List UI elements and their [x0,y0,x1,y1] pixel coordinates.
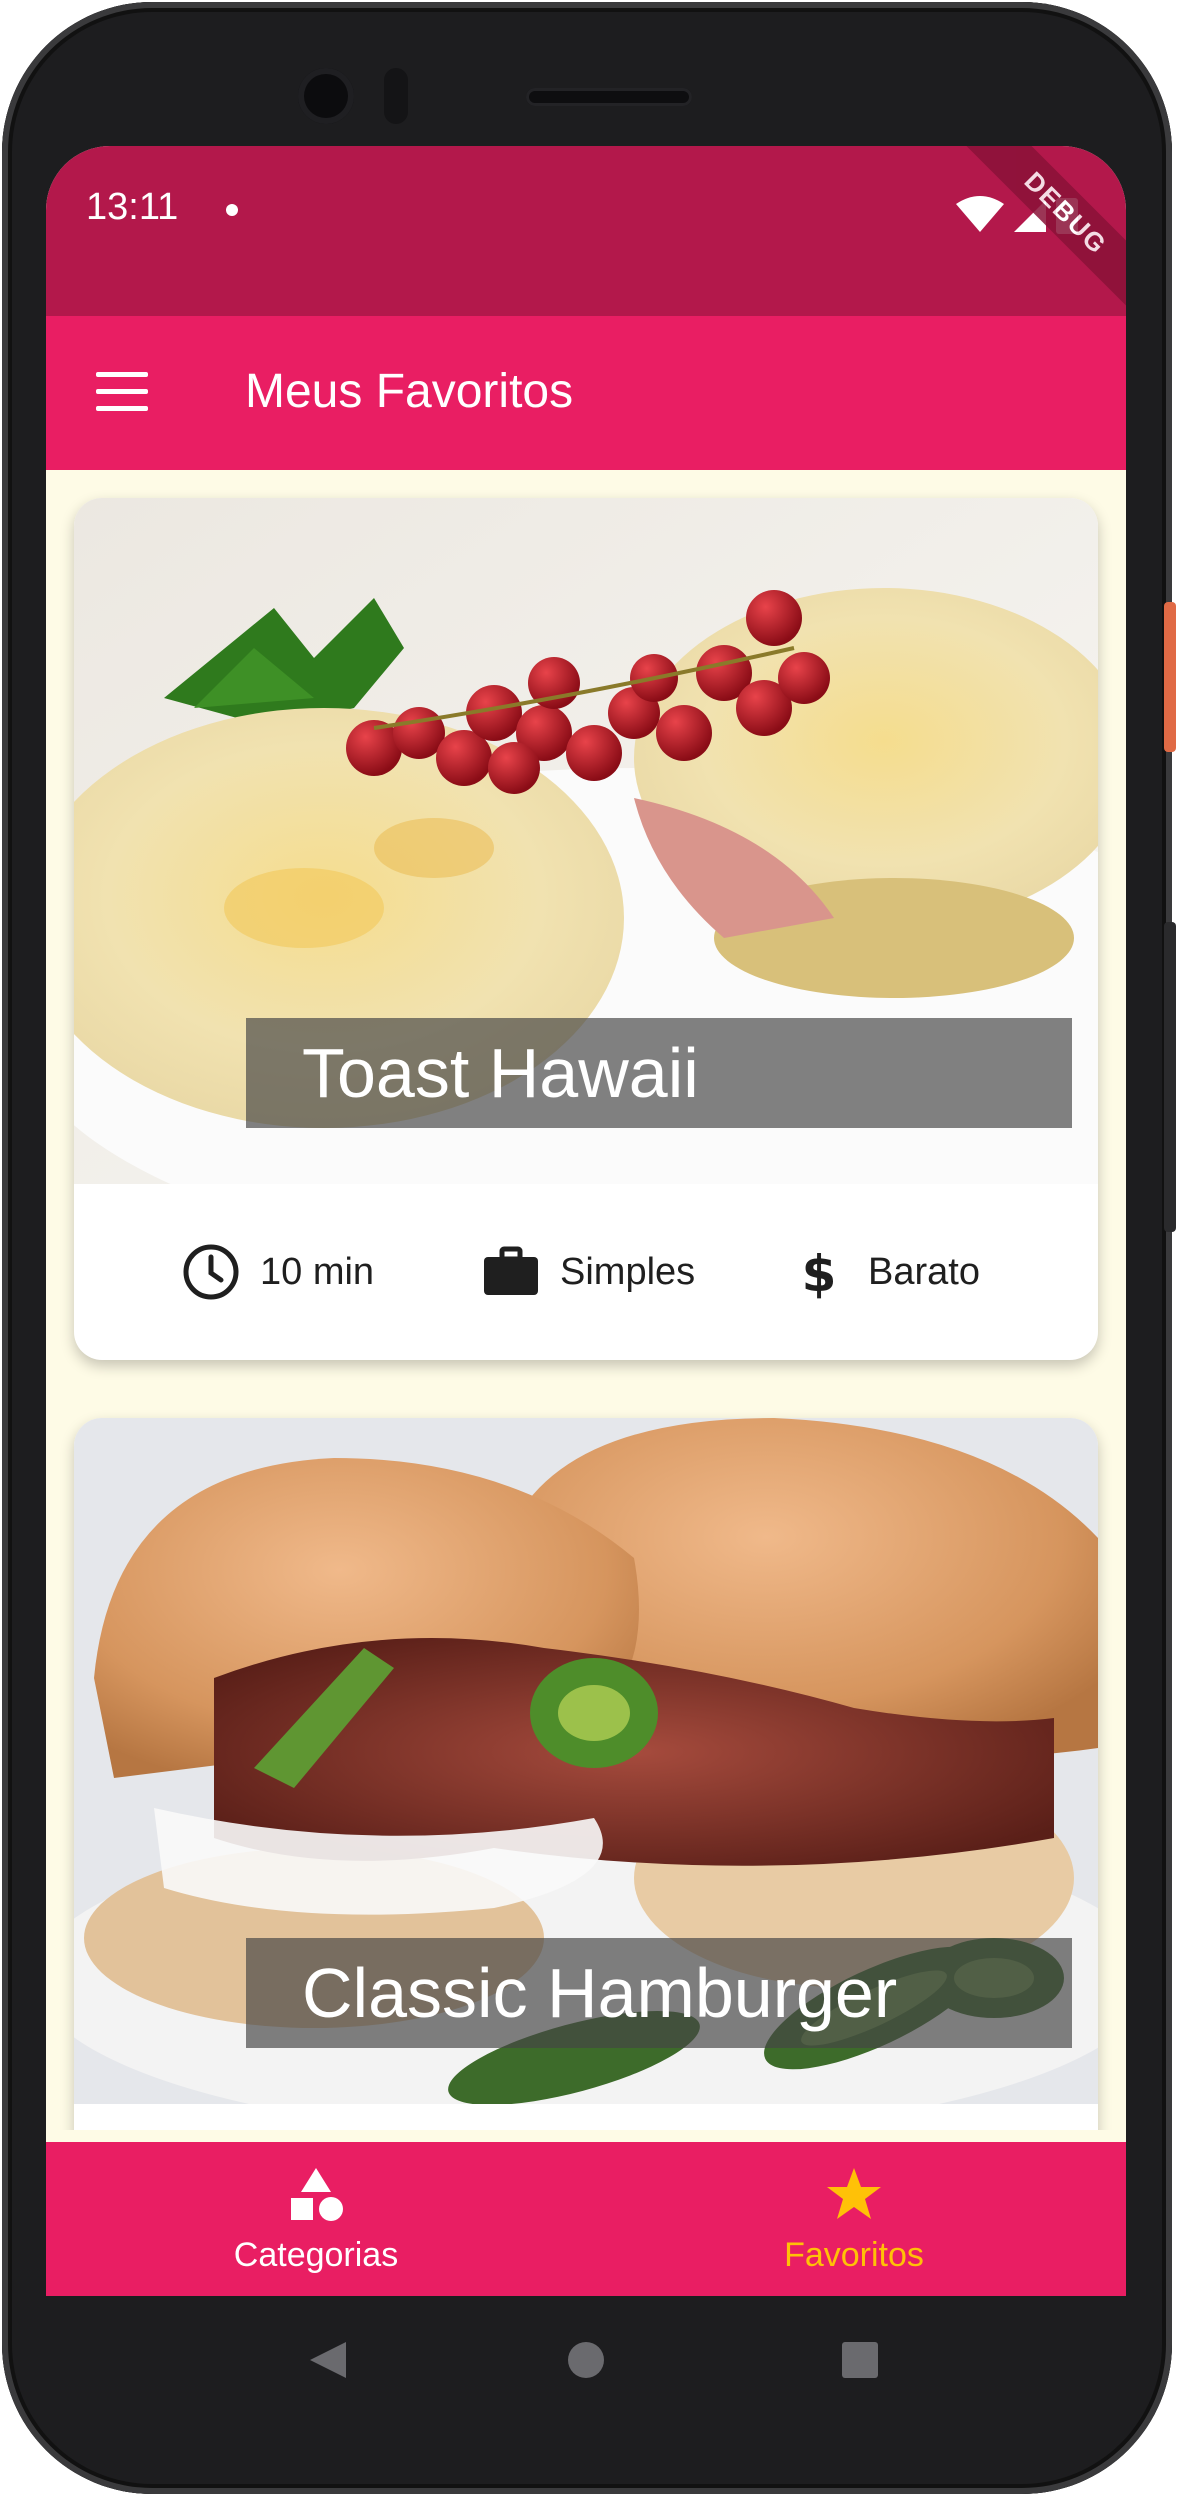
volume-button [1164,922,1176,1232]
notification-dot-icon [226,204,238,216]
complexity-label: Simples [560,1250,696,1293]
recents-icon [842,2342,878,2378]
meal-card[interactable]: Toast Hawaii 10 min Simples $ Barato [74,498,1098,1360]
meal-image-classic-hamburger: Classic Hamburger [74,1418,1098,2104]
category-shapes-icon [291,2168,343,2221]
hamburger-menu-icon[interactable] [96,372,148,412]
duration-info: 10 min [182,1242,374,1302]
status-bar: 13:11 DEBUG [46,146,1126,322]
cost-info: $ Barato [790,1242,980,1302]
favorites-list: Toast Hawaii 10 min Simples $ Barato Cla… [46,470,1126,2130]
proximity-sensor [384,68,408,124]
complexity-info: Simples [482,1242,695,1302]
nav-label-categorias: Categorias [233,2236,399,2274]
meal-title: Toast Hawaii [302,1034,699,1112]
front-camera [298,68,354,124]
app-bar: Meus Favoritos [46,316,1126,470]
dollar-icon: $ [802,1245,837,1301]
back-icon [310,2342,346,2378]
briefcase-icon [484,1246,538,1295]
page-title: Meus Favoritos [245,365,574,418]
meal-title: Classic Hamburger [302,1954,898,2032]
cost-label: Barato [868,1250,980,1293]
nav-label-favoritos: Favoritos [784,2236,924,2274]
home-icon [568,2342,604,2378]
system-navigation-bar [46,2296,1126,2426]
nav-item-favoritos[interactable]: Favoritos [704,2166,1004,2275]
meal-image-toast-hawaii: Toast Hawaii [74,498,1098,1184]
meal-info-row: 10 min Simples $ Barato [74,1184,1098,1360]
meal-card[interactable]: Classic Hamburger [74,1418,1098,2130]
app-screen: 13:11 DEBUG Meus Favoritos Toast Hawaii … [46,146,1126,2296]
svg-text:$: $ [802,1245,837,1301]
clock-icon [183,1244,239,1300]
nav-item-categorias[interactable]: Categorias [166,2166,466,2275]
bottom-navigation: Categorias Favoritos [46,2142,1126,2296]
earpiece-speaker [526,88,692,106]
star-icon [827,2168,881,2219]
meal-title-overlay: Toast Hawaii [246,1018,1072,1128]
meal-title-overlay: Classic Hamburger [246,1938,1072,2048]
power-button [1164,602,1176,752]
status-time: 13:11 [86,186,179,228]
duration-label: 10 min [260,1250,375,1293]
wifi-icon [956,196,1004,232]
